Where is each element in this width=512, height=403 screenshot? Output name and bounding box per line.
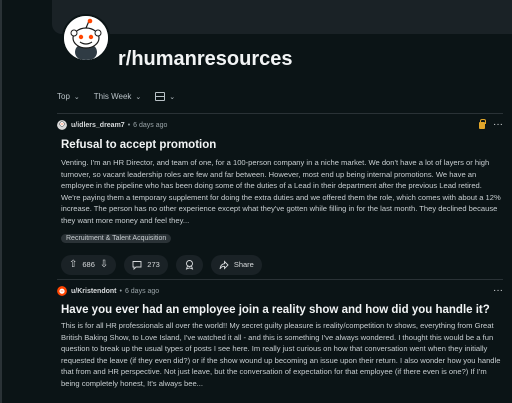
post-card[interactable]: u/idlers_dream7 • 6 days ago ··· Refusal… — [57, 118, 503, 275]
meta-separator: • — [127, 121, 131, 129]
comment-count: 273 — [147, 260, 160, 270]
sort-range-label: This Week — [93, 92, 132, 101]
post-title[interactable]: Have you ever had an employee join a rea… — [61, 304, 503, 316]
post-author[interactable]: u/Kristendont — [71, 288, 117, 295]
user-avatar-icon — [57, 120, 67, 130]
subreddit-title: r/humanresources — [118, 48, 293, 70]
chevron-down-icon: ⌄ — [135, 93, 142, 101]
vote-count: 686 — [82, 260, 95, 270]
subreddit-avatar[interactable] — [62, 14, 110, 62]
meta-separator: • — [119, 287, 122, 295]
subreddit-banner — [52, 0, 512, 34]
sort-range-dropdown[interactable]: This Week ⌄ — [94, 92, 142, 101]
chevron-down-icon: ⌄ — [73, 93, 80, 101]
share-icon — [219, 259, 229, 270]
award-icon — [185, 260, 194, 270]
comments-button[interactable]: 273 — [124, 254, 168, 275]
post-card[interactable]: u/Kristendont • 6 days ago ··· Have you … — [57, 285, 503, 390]
lock-icon — [479, 118, 486, 129]
user-avatar-icon — [57, 286, 67, 296]
post-title[interactable]: Refusal to accept promotion — [61, 139, 503, 151]
share-label: Share — [233, 260, 254, 270]
post-body[interactable]: Venting. I'm an HR Director, and team of… — [61, 157, 501, 227]
upvote-icon[interactable]: ⇧ — [69, 259, 77, 270]
chevron-down-icon: ⌄ — [169, 93, 176, 101]
post-time: 6 days ago — [124, 287, 160, 295]
view-mode-dropdown[interactable]: ⌄ — [155, 92, 175, 101]
share-button[interactable]: Share — [210, 254, 262, 275]
divider — [57, 279, 503, 280]
sort-primary-dropdown[interactable]: Top ⌄ — [57, 92, 80, 101]
snoo-icon — [64, 16, 108, 60]
vote-control: ⇧ 686 ⇩ — [61, 254, 117, 275]
post-meta: u/idlers_dream7 • 6 days ago ··· — [57, 118, 503, 131]
post-author[interactable]: u/idlers_dream7 — [71, 122, 125, 129]
divider — [57, 113, 503, 114]
post-meta: u/Kristendont • 6 days ago ··· — [57, 285, 503, 297]
sort-bar: Top ⌄ This Week ⌄ ⌄ — [57, 92, 189, 101]
downvote-icon[interactable]: ⇩ — [100, 259, 108, 270]
post-body[interactable]: This is for all HR professionals all ove… — [61, 320, 501, 390]
more-options-icon[interactable]: ··· — [493, 286, 503, 296]
post-flair[interactable]: Recruitment & Talent Acquisition — [61, 233, 172, 243]
card-view-icon — [155, 92, 166, 101]
sort-primary-label: Top — [57, 92, 70, 101]
more-options-icon[interactable]: ··· — [493, 120, 503, 130]
comment-icon — [132, 260, 142, 270]
post-time: 6 days ago — [133, 121, 168, 129]
left-edge — [0, 0, 2, 403]
award-button[interactable] — [175, 254, 203, 275]
post-actions: ⇧ 686 ⇩ 273 Share — [61, 254, 503, 275]
